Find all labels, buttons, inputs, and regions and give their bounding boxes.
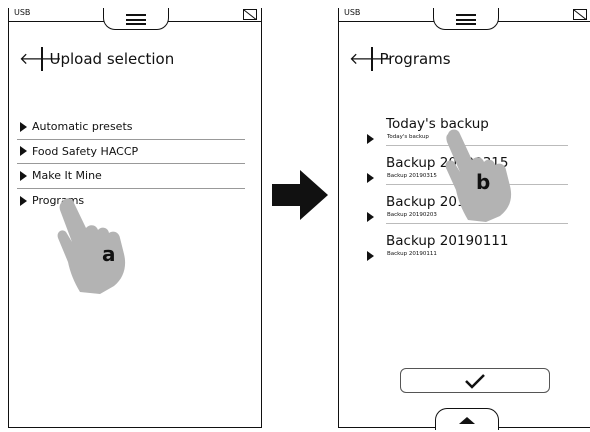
triangle-icon: [367, 173, 374, 183]
menu-item-label: Automatic presets: [32, 120, 133, 134]
hand-pointer-icon: b: [440, 124, 530, 229]
program-name: Backup 20190111: [386, 233, 509, 249]
screen-header: 🡐 Programs: [349, 46, 451, 72]
right-arrow-icon: [272, 170, 328, 220]
triangle-icon: [367, 212, 374, 222]
triangle-icon: [20, 170, 27, 181]
page-title: Programs: [379, 50, 451, 68]
program-subtitle: Backup 20190111: [387, 251, 437, 257]
usb-label: USB: [344, 8, 361, 17]
step-label-b: b: [476, 170, 491, 194]
menu-icon[interactable]: [456, 14, 476, 25]
hand-pointer-icon: a: [52, 194, 142, 299]
menu-icon[interactable]: [126, 14, 146, 25]
menu-item-food-safety-haccp[interactable]: Food Safety HACCP: [17, 140, 245, 164]
triangle-icon: [367, 251, 374, 261]
menu-item-label: Food Safety HACCP: [32, 144, 139, 158]
program-subtitle: Backup 20190315: [387, 173, 437, 179]
triangle-icon: [20, 146, 27, 157]
program-item[interactable]: Backup 20190111 Backup 20190111: [361, 233, 571, 272]
page-title: Upload selection: [49, 50, 175, 68]
menu-item-make-it-mine[interactable]: Make It Mine: [17, 164, 245, 189]
menu-tab[interactable]: [433, 8, 499, 30]
usb-status-icon: [243, 9, 257, 20]
back-arrow-icon[interactable]: 🡐: [349, 51, 392, 67]
menu-item-label: Make It Mine: [32, 169, 102, 183]
confirm-button[interactable]: [400, 368, 550, 393]
program-subtitle: Backup 20190203: [387, 212, 437, 218]
checkmark-icon: [465, 373, 485, 389]
up-arrow-icon[interactable]: [459, 417, 475, 424]
usb-label: USB: [14, 8, 31, 17]
menu-item-automatic-presets[interactable]: Automatic presets: [17, 115, 245, 140]
program-subtitle: Today's backup: [387, 134, 429, 140]
menu-tab[interactable]: [103, 8, 169, 30]
triangle-icon: [20, 195, 27, 206]
triangle-icon: [367, 134, 374, 144]
bottom-tab[interactable]: [435, 408, 499, 430]
back-arrow-icon[interactable]: 🡐: [19, 51, 62, 67]
header-divider: [41, 47, 43, 71]
screen-header: 🡐 Upload selection: [19, 46, 174, 72]
step-label-a: a: [102, 242, 116, 266]
usb-status-icon: [573, 9, 587, 20]
triangle-icon: [20, 121, 27, 132]
header-divider: [371, 47, 373, 71]
